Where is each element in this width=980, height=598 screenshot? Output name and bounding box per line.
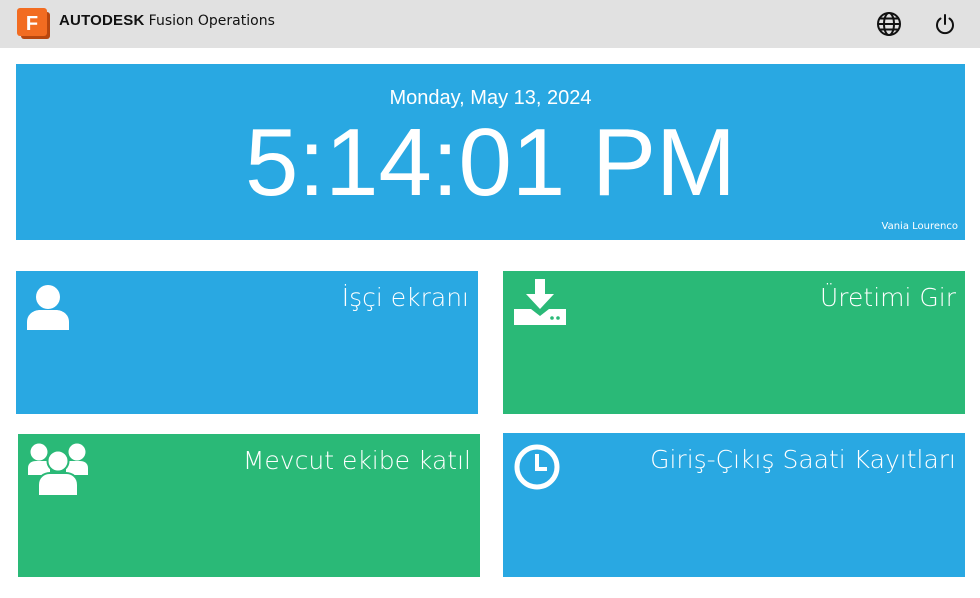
download-tray-icon xyxy=(514,279,566,325)
current-date: Monday, May 13, 2024 xyxy=(389,87,592,109)
top-bar: F AUTODESK Fusion Operations xyxy=(0,0,980,48)
autodesk-fusion-logo-icon: F xyxy=(17,8,50,39)
user-icon xyxy=(27,285,69,330)
brand-company: AUTODESK xyxy=(59,12,145,29)
logo-letter: F xyxy=(26,13,38,35)
power-icon[interactable] xyxy=(932,11,958,37)
current-time: 5:14:01 PM xyxy=(245,109,736,216)
tile-enter-production[interactable]: Üretimi Gir xyxy=(503,271,965,414)
tile-join-team[interactable]: Mevcut ekibe katıl xyxy=(18,434,480,577)
clock-icon xyxy=(514,444,560,490)
globe-icon[interactable] xyxy=(876,11,902,37)
tile-time-records[interactable]: Giriş-Çıkış Saati Kayıtları xyxy=(503,433,965,577)
brand-title: AUTODESK Fusion Operations xyxy=(59,12,275,29)
tile-label: Mevcut ekibe katıl xyxy=(242,446,471,475)
tile-label: Üretimi Gir xyxy=(820,283,956,312)
users-group-icon xyxy=(28,443,88,496)
brand-product: Fusion Operations xyxy=(148,13,275,29)
tile-label: İşçi ekranı xyxy=(341,283,469,312)
clock-panel: Monday, May 13, 2024 5:14:01 PM Vania Lo… xyxy=(16,64,965,240)
tile-worker-screen[interactable]: İşçi ekranı xyxy=(16,271,478,414)
tile-label: Giriş-Çıkış Saati Kayıtları xyxy=(650,445,956,474)
user-name: Vania Lourenco xyxy=(881,221,958,232)
